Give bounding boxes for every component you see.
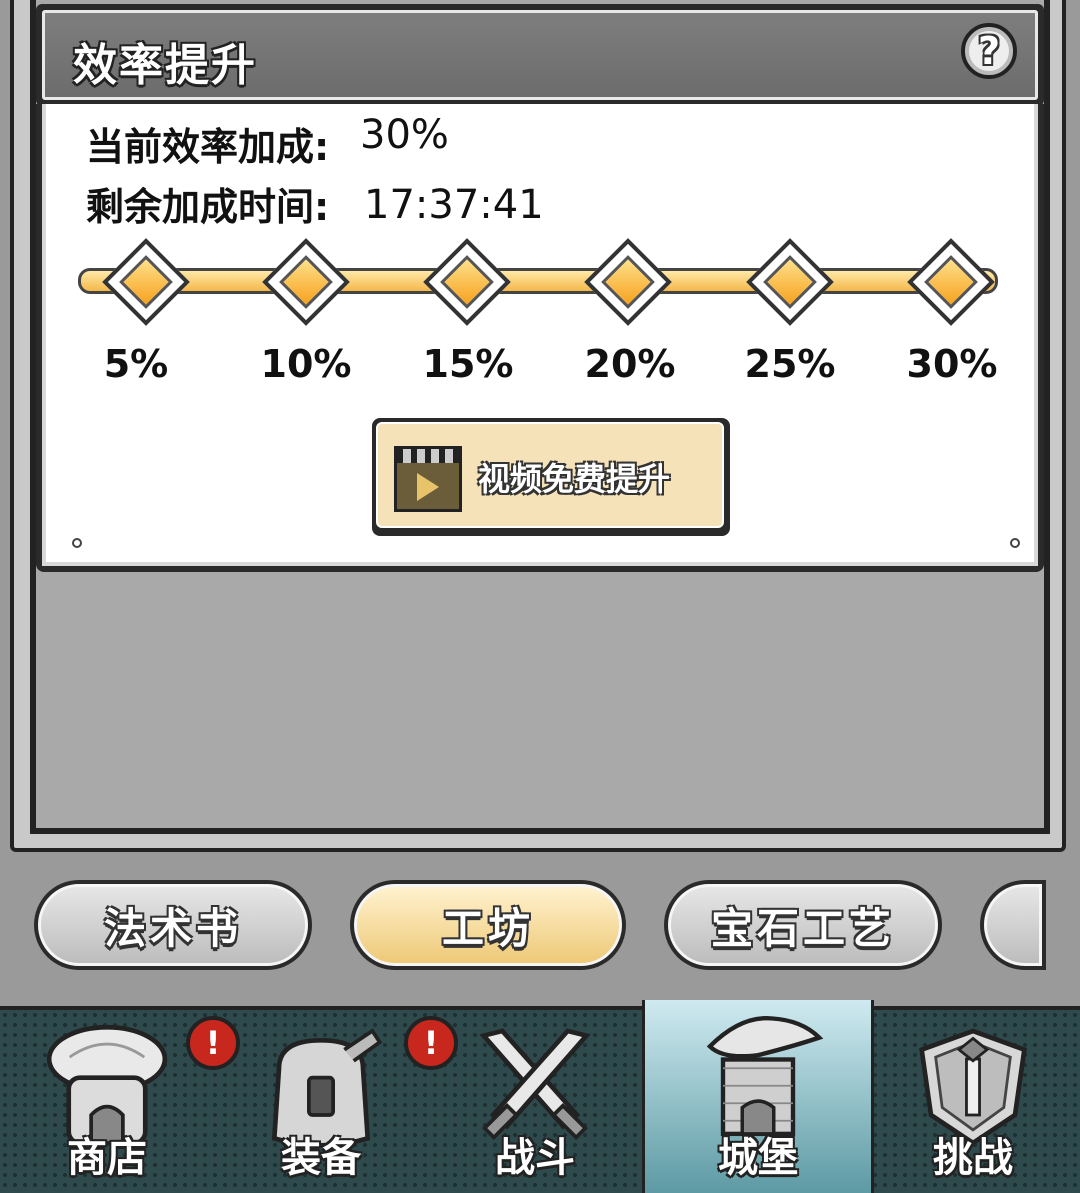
nav-shop[interactable]: ! 商店 [0, 1010, 240, 1193]
milestone-diamond-icon [907, 238, 995, 326]
milestone-label: 10% [260, 342, 352, 386]
nav-castle[interactable]: 城堡 [642, 1000, 874, 1193]
remaining-time-value: 17:37:41 [364, 182, 544, 228]
bottom-nav: ! 商店 ! 装备 战斗 城堡 挑战 [0, 1000, 1080, 1193]
help-button[interactable]: ? [961, 23, 1017, 79]
category-tabs: 法术书 工坊 宝石工艺 [0, 860, 1080, 1000]
milestone-diamond-icon [423, 238, 511, 326]
nav-label: 战斗 [495, 1135, 575, 1181]
page-title: 效率提升 [73, 40, 257, 91]
remaining-time-label: 剩余加成时间: [86, 185, 330, 229]
nav-label: 城堡 [718, 1135, 798, 1181]
nav-equipment[interactable]: ! 装备 [214, 1010, 458, 1193]
efficiency-panel-body: 当前效率加成: 30% 剩余加成时间: 17:37:41 5% 10% 15% … [42, 104, 1038, 566]
progress-track [78, 268, 998, 294]
tab-more[interactable] [980, 880, 1046, 970]
tab-gem-craft[interactable]: 宝石工艺 [664, 880, 942, 970]
screw-icon [1010, 538, 1020, 548]
milestone-label: 5% [103, 342, 169, 386]
video-free-boost-button[interactable]: 视频免费提升 [372, 418, 730, 536]
tab-workshop[interactable]: 工坊 [350, 880, 626, 970]
milestone-label: 30% [906, 342, 998, 386]
current-bonus-value: 30% [360, 112, 449, 158]
question-mark-icon: ? [977, 29, 1001, 73]
video-clapper-icon [394, 446, 462, 512]
screw-icon [72, 538, 82, 548]
milestone-label: 20% [584, 342, 676, 386]
tab-label: 法术书 [103, 903, 242, 953]
nav-battle[interactable]: 战斗 [428, 1010, 642, 1193]
current-bonus-label: 当前效率加成: [86, 125, 330, 169]
nav-label: 挑战 [933, 1135, 1013, 1181]
milestone-diamond-icon [262, 238, 350, 326]
panel-header: 效率提升 ? [36, 4, 1044, 106]
nav-challenge[interactable]: 挑战 [866, 1010, 1080, 1193]
tab-label: 工坊 [441, 903, 534, 953]
milestone-label: 25% [744, 342, 836, 386]
castle-icon [688, 1012, 828, 1142]
milestone-diamond-icon [746, 238, 834, 326]
panel-header-inner: 效率提升 ? [42, 10, 1038, 100]
video-button-label: 视频免费提升 [478, 460, 671, 498]
milestone-diamond-icon [584, 238, 672, 326]
milestone-label: 15% [422, 342, 514, 386]
tab-label: 宝石工艺 [710, 903, 895, 953]
efficiency-panel: 当前效率加成: 30% 剩余加成时间: 17:37:41 5% 10% 15% … [36, 104, 1044, 572]
tab-spellbook[interactable]: 法术书 [34, 880, 312, 970]
nav-label: 商店 [67, 1135, 147, 1181]
milestone-diamond-icon [102, 238, 190, 326]
nav-label: 装备 [281, 1135, 361, 1181]
video-button-face: 视频免费提升 [376, 422, 724, 528]
